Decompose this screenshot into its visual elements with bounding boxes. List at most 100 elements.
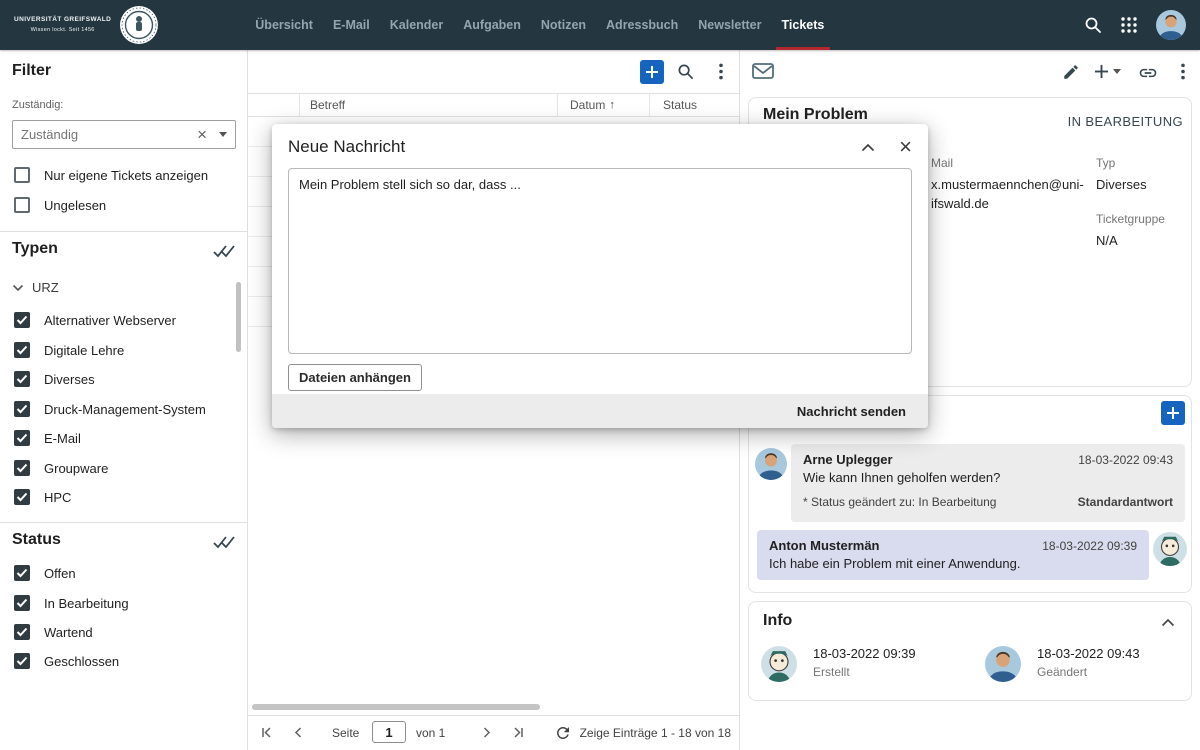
message-timestamp: 18-03-2022 09:43 xyxy=(1078,453,1173,467)
type-filter-diverses[interactable]: Diverses xyxy=(14,370,237,388)
university-logo[interactable]: UNIVERSITÄT GREIFSWALD Wissen lockt. Sei… xyxy=(14,5,159,45)
info-entry-geaendert: 18-03-2022 09:43 Geändert xyxy=(985,646,1140,682)
nav-tab-notizen[interactable]: Notizen xyxy=(541,0,586,50)
collapse-dialog-icon[interactable] xyxy=(859,141,877,154)
caret-down-icon xyxy=(1113,69,1121,74)
main-navigation: Übersicht E-Mail Kalender Aufgaben Notiz… xyxy=(255,0,824,50)
close-icon[interactable]: × xyxy=(899,136,912,158)
dialog-header: Neue Nachricht × xyxy=(272,124,928,158)
filter-title: Filter xyxy=(12,62,51,80)
refresh-icon[interactable] xyxy=(554,724,572,742)
email-field: Mail x.mustermaennchen@uni- ifswald.de xyxy=(931,156,1084,213)
clear-icon[interactable]: × xyxy=(197,126,207,143)
university-seal-icon xyxy=(119,5,159,45)
sidebar-scrollbar[interactable] xyxy=(236,282,241,352)
assignee-select[interactable]: Zuständig × xyxy=(12,120,236,149)
nav-tab-aufgaben[interactable]: Aufgaben xyxy=(463,0,521,50)
attach-files-button[interactable]: Dateien anhängen xyxy=(288,364,422,391)
page-input[interactable] xyxy=(372,721,406,743)
search-icon[interactable] xyxy=(1084,16,1102,34)
message-text: Wie kann Ihnen geholfen werden? xyxy=(803,470,1173,485)
message-textarea[interactable]: Mein Problem stell sich so dar, dass ... xyxy=(288,168,912,354)
message-item: Arne Uplegger 18-03-2022 09:43 Wie kann … xyxy=(791,444,1185,522)
status-filter-wartend[interactable]: Wartend xyxy=(14,623,237,641)
message-author: Anton Mustermän xyxy=(769,538,880,553)
modified-label: Geändert xyxy=(1037,665,1140,679)
collapse-info-icon[interactable] xyxy=(1161,618,1175,627)
nav-tab-tickets[interactable]: Tickets xyxy=(782,0,825,50)
list-more-options-icon[interactable] xyxy=(716,63,726,80)
filter-option-eigene-tickets[interactable]: Nur eigene Tickets anzeigen xyxy=(14,166,237,184)
filter-option-ungelesen[interactable]: Ungelesen xyxy=(14,196,237,214)
checkbox-checked-icon xyxy=(14,489,30,505)
assignee-label: Zuständig: xyxy=(12,99,63,111)
type-filter-email[interactable]: E-Mail xyxy=(14,429,237,447)
avatar-arne-uplegger xyxy=(985,646,1021,682)
type-filter-groupware[interactable]: Groupware xyxy=(14,459,237,477)
caret-down-icon[interactable] xyxy=(219,132,227,137)
first-page-button[interactable] xyxy=(260,726,273,739)
select-all-types-icon[interactable] xyxy=(213,244,235,258)
topbar-actions xyxy=(1084,10,1186,40)
range-info: Zeige Einträge 1 - 18 von 18 xyxy=(580,726,731,740)
checkbox-checked-icon xyxy=(14,371,30,387)
add-message-button[interactable] xyxy=(1161,401,1185,425)
new-ticket-button[interactable] xyxy=(640,60,664,84)
select-all-status-icon[interactable] xyxy=(213,535,235,549)
avatar-anton-mustermaen xyxy=(1153,532,1187,566)
search-tickets-icon[interactable] xyxy=(677,63,694,80)
column-header-betreff[interactable]: Betreff xyxy=(300,94,558,116)
typen-section-title: Typen xyxy=(12,240,58,258)
nav-tab-adressbuch[interactable]: Adressbuch xyxy=(606,0,678,50)
previous-page-button[interactable] xyxy=(292,726,305,739)
checkbox-unchecked-icon xyxy=(14,197,30,213)
add-dropdown-button[interactable] xyxy=(1094,64,1121,79)
status-section-title: Status xyxy=(12,531,61,549)
checkbox-checked-icon xyxy=(14,565,30,581)
dialog-title: Neue Nachricht xyxy=(288,137,859,157)
assignee-select-value: Zuständig xyxy=(21,127,197,142)
type-filter-hpc[interactable]: HPC xyxy=(14,488,237,506)
link-icon[interactable] xyxy=(1138,63,1158,83)
next-page-button[interactable] xyxy=(480,726,493,739)
horizontal-scrollbar[interactable] xyxy=(252,704,540,710)
column-header-select[interactable] xyxy=(248,94,300,116)
send-message-button[interactable]: Nachricht senden xyxy=(791,403,912,420)
message-timestamp: 18-03-2022 09:39 xyxy=(1042,539,1137,553)
column-header-status[interactable]: Status xyxy=(650,94,739,116)
checkbox-checked-icon xyxy=(14,653,30,669)
status-filter-in-bearbeitung[interactable]: In Bearbeitung xyxy=(14,594,237,612)
user-avatar[interactable] xyxy=(1156,10,1186,40)
ticketgruppe-field: Ticketgruppe N/A xyxy=(1096,212,1165,250)
dialog-footer: Nachricht senden xyxy=(272,394,928,428)
university-logo-text: UNIVERSITÄT GREIFSWALD Wissen lockt. Sei… xyxy=(14,15,111,34)
checkbox-checked-icon xyxy=(14,460,30,476)
checkbox-checked-icon xyxy=(14,430,30,446)
detail-more-options-icon[interactable] xyxy=(1178,63,1188,80)
checkbox-checked-icon xyxy=(14,312,30,328)
type-filter-druck-management-system[interactable]: Druck-Management-System xyxy=(14,400,237,418)
page-of-label: von 1 xyxy=(416,726,445,740)
new-message-dialog: Neue Nachricht × Mein Problem stell sich… xyxy=(272,124,928,428)
info-entry-erstellt: 18-03-2022 09:39 Erstellt xyxy=(761,646,916,682)
message-author: Arne Uplegger xyxy=(803,452,893,467)
type-filter-digitale-lehre[interactable]: Digitale Lehre xyxy=(14,341,237,359)
nav-tab-email[interactable]: E-Mail xyxy=(333,0,370,50)
status-badge: IN BEARBEITUNG xyxy=(1068,114,1183,129)
nav-tab-uebersicht[interactable]: Übersicht xyxy=(255,0,313,50)
status-filter-offen[interactable]: Offen xyxy=(14,564,237,582)
info-card: Info 18-03-2022 09:39 Erstellt 18-03-202… xyxy=(748,601,1192,701)
nav-tab-kalender[interactable]: Kalender xyxy=(390,0,444,50)
type-filter-alternativer-webserver[interactable]: Alternativer Webserver xyxy=(14,311,237,329)
type-group-urz[interactable]: URZ xyxy=(12,280,59,295)
checkbox-unchecked-icon xyxy=(14,167,30,183)
checkbox-checked-icon xyxy=(14,401,30,417)
status-filter-geschlossen[interactable]: Geschlossen xyxy=(14,652,237,670)
column-header-datum[interactable]: Datum ↑ xyxy=(558,94,650,116)
status-change-note: * Status geändert zu: In Bearbeitung xyxy=(803,495,996,509)
apps-grid-icon[interactable] xyxy=(1120,16,1138,34)
nav-tab-newsletter[interactable]: Newsletter xyxy=(698,0,761,50)
chevron-down-icon xyxy=(12,284,24,292)
last-page-button[interactable] xyxy=(512,726,525,739)
edit-icon[interactable] xyxy=(1062,63,1080,81)
